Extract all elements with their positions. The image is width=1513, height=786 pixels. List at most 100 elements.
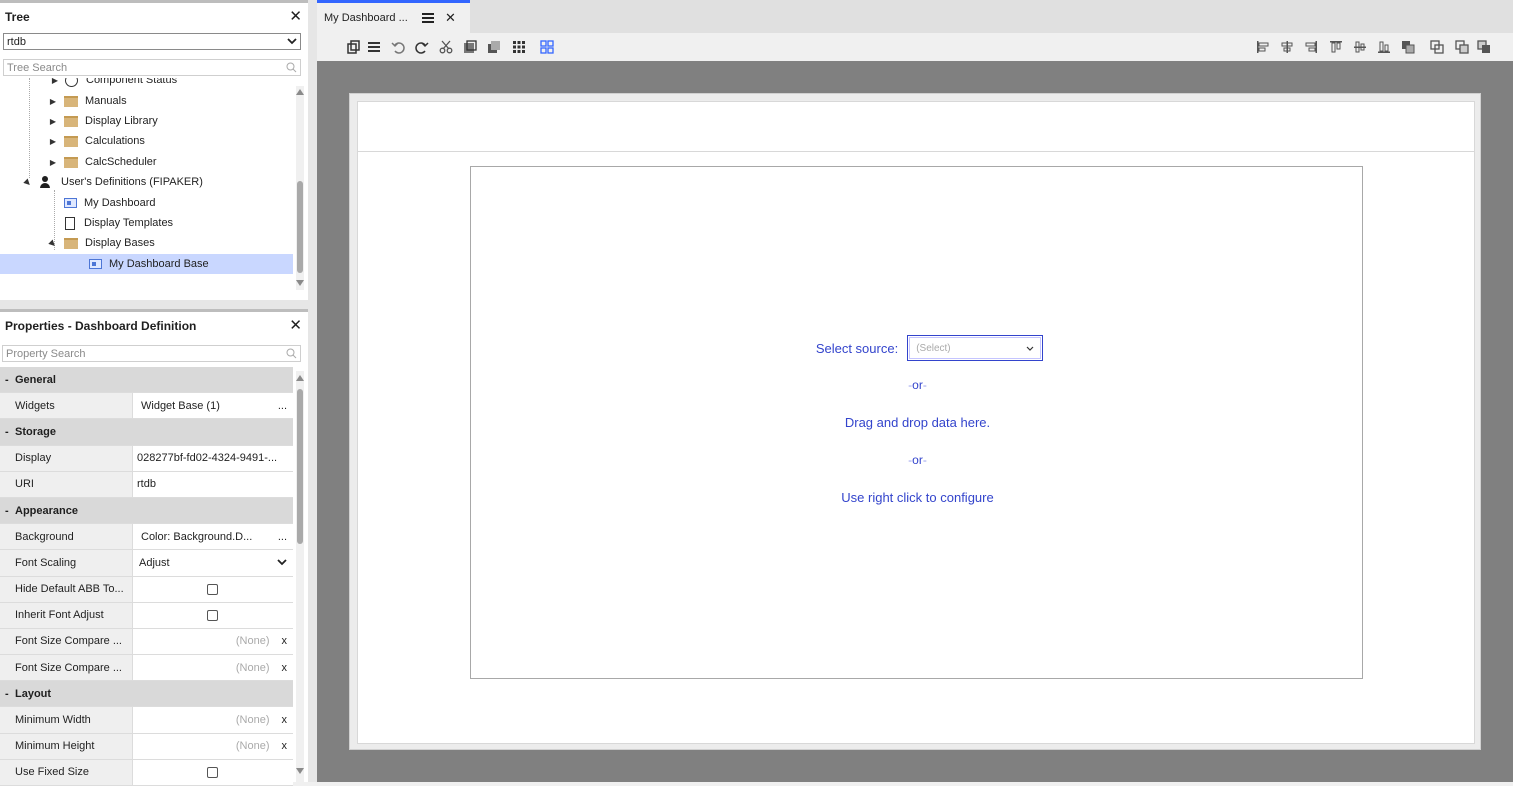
send-backward-icon[interactable]	[1476, 39, 1492, 55]
bring-forward-icon[interactable]	[1454, 39, 1470, 55]
scroll-up-icon[interactable]	[296, 375, 304, 381]
paste-icon[interactable]	[462, 39, 478, 55]
align-center-icon[interactable]	[1279, 39, 1295, 55]
scroll-down-icon[interactable]	[296, 280, 304, 286]
prop-name: Font Scaling	[0, 550, 133, 576]
ellipsis-button[interactable]: ...	[278, 531, 287, 543]
tab-close-icon[interactable]: ✕	[445, 10, 456, 26]
cut-icon[interactable]	[438, 39, 454, 55]
align-middle-icon[interactable]	[1352, 39, 1368, 55]
collapse-icon[interactable]: -	[5, 374, 15, 386]
clear-button[interactable]: x	[282, 740, 288, 752]
tab-my-dashboard[interactable]: My Dashboard ... ✕	[317, 0, 470, 33]
dashboard-icon	[64, 198, 77, 208]
prop-value-font-size-compare-1[interactable]: (None) x	[133, 628, 293, 655]
scrollbar-thumb[interactable]	[297, 389, 303, 544]
clear-button[interactable]: x	[282, 662, 288, 674]
font-scaling-select[interactable]: Adjust	[133, 550, 293, 576]
tree-item-label: Display Bases	[85, 237, 155, 249]
tree-source-select[interactable]: rtdb	[3, 33, 301, 50]
expand-arrow-icon[interactable]: ▶	[48, 137, 58, 146]
hide-default-checkbox[interactable]	[206, 583, 218, 595]
prop-value-display[interactable]: 028277bf-fd02-4324-9491-...	[133, 445, 293, 471]
align-right-icon[interactable]	[1303, 39, 1319, 55]
inherit-font-checkbox[interactable]	[206, 609, 218, 621]
prop-name: Inherit Font Adjust	[0, 602, 133, 628]
hamburger-menu-icon[interactable]	[422, 13, 434, 23]
ellipsis-button[interactable]: ...	[278, 400, 287, 412]
search-icon	[286, 62, 297, 73]
section-appearance[interactable]: - Appearance	[0, 497, 293, 525]
section-storage[interactable]: - Storage	[0, 419, 293, 446]
collapse-arrow-icon[interactable]: ▶	[46, 236, 59, 249]
tree-item-my-dashboard[interactable]: My Dashboard	[0, 193, 293, 213]
close-icon[interactable]: ✕	[289, 318, 302, 333]
property-search-input[interactable]: Property Search	[2, 345, 301, 362]
collapse-icon[interactable]: -	[5, 426, 15, 438]
tree-item-manuals[interactable]: ▶ Manuals	[0, 91, 293, 111]
collapse-icon[interactable]: -	[5, 688, 15, 700]
clear-button[interactable]: x	[282, 635, 288, 647]
tree-item-calculations[interactable]: ▶ Calculations	[0, 131, 293, 151]
duplicate-icon[interactable]	[486, 39, 502, 55]
expand-arrow-icon[interactable]: ▶	[48, 158, 58, 167]
section-label: General	[15, 373, 56, 386]
tree-item-display-templates[interactable]: Display Templates	[0, 213, 293, 233]
vertical-splitter[interactable]	[308, 0, 317, 782]
prop-name: Use Fixed Size	[0, 759, 133, 785]
tree-item-label: Component Status	[86, 78, 178, 86]
tree-search-input[interactable]: Tree Search	[3, 59, 301, 76]
collapse-icon[interactable]: -	[5, 505, 15, 517]
prop-value-uri[interactable]: rtdb	[133, 471, 293, 497]
prop-value-background[interactable]: Color: Background.D... ...	[133, 524, 293, 550]
tree-item-my-dashboard-base[interactable]: My Dashboard Base	[0, 254, 293, 274]
prop-value-min-width[interactable]: (None) x	[133, 707, 293, 733]
select-source-dropdown[interactable]: (Select)	[907, 335, 1044, 361]
section-layout[interactable]: - Layout	[0, 681, 293, 708]
scroll-up-icon[interactable]	[296, 89, 304, 95]
tree-item-display-library[interactable]: ▶ Display Library	[0, 111, 293, 131]
expand-arrow-icon[interactable]: ▶	[48, 117, 58, 126]
list-icon[interactable]	[366, 39, 382, 55]
layout-grid-icon[interactable]	[539, 39, 555, 55]
empty-widget[interactable]: Select source: (Select) -or- Drag and dr…	[470, 166, 1363, 679]
tree-item-users-definitions[interactable]: ▶ User's Definitions (FIPAKER)	[0, 172, 293, 192]
section-label: Layout	[15, 687, 52, 700]
tree-item-display-bases[interactable]: ▶ Display Bases	[0, 233, 293, 253]
prop-row-widgets: Widgets Widget Base (1) ...	[0, 393, 293, 420]
tree-item-component-status[interactable]: ▶ Component Status	[0, 78, 293, 90]
prop-value-min-height[interactable]: (None) x	[133, 733, 293, 759]
prop-row-min-width: Minimum Width (None) x	[0, 707, 293, 734]
prop-value-text: 028277bf-fd02-4324-9491-...	[137, 452, 278, 465]
tab-label: My Dashboard ...	[324, 12, 408, 24]
use-fixed-size-checkbox[interactable]	[206, 766, 218, 778]
tree-item-calcscheduler[interactable]: ▶ CalcScheduler	[0, 152, 293, 172]
canvas-header-area[interactable]	[358, 102, 1474, 152]
clear-button[interactable]: x	[282, 714, 288, 726]
align-top-icon[interactable]	[1328, 39, 1344, 55]
scrollbar-thumb[interactable]	[297, 181, 303, 273]
or-separator: -or-	[908, 378, 927, 392]
collapse-arrow-icon[interactable]: ▶	[21, 175, 34, 188]
redo-icon[interactable]	[414, 39, 430, 55]
prop-value-font-size-compare-2[interactable]: (None) x	[133, 655, 293, 681]
prop-value-use-fixed-size	[133, 759, 293, 785]
send-back-icon[interactable]	[1429, 39, 1445, 55]
prop-value-widgets[interactable]: Widget Base (1) ...	[133, 393, 293, 419]
prop-name: Minimum Width	[0, 707, 133, 733]
undo-icon[interactable]	[390, 39, 406, 55]
align-left-icon[interactable]	[1255, 39, 1271, 55]
close-icon[interactable]: ✕	[289, 9, 302, 24]
expand-arrow-icon[interactable]: ▶	[48, 97, 58, 106]
properties-scrollbar[interactable]	[296, 371, 304, 782]
align-bottom-icon[interactable]	[1376, 39, 1392, 55]
section-general[interactable]: - General	[0, 367, 293, 394]
copy-icon[interactable]	[346, 39, 362, 55]
expand-arrow-icon[interactable]: ▶	[50, 78, 60, 85]
grid-icon[interactable]	[511, 39, 527, 55]
panel-divider[interactable]	[0, 300, 308, 309]
scroll-down-icon[interactable]	[296, 768, 304, 774]
display-canvas[interactable]: Select source: (Select) -or- Drag and dr…	[357, 101, 1475, 744]
tree-scrollbar[interactable]	[296, 86, 304, 290]
bring-front-icon[interactable]	[1400, 39, 1416, 55]
